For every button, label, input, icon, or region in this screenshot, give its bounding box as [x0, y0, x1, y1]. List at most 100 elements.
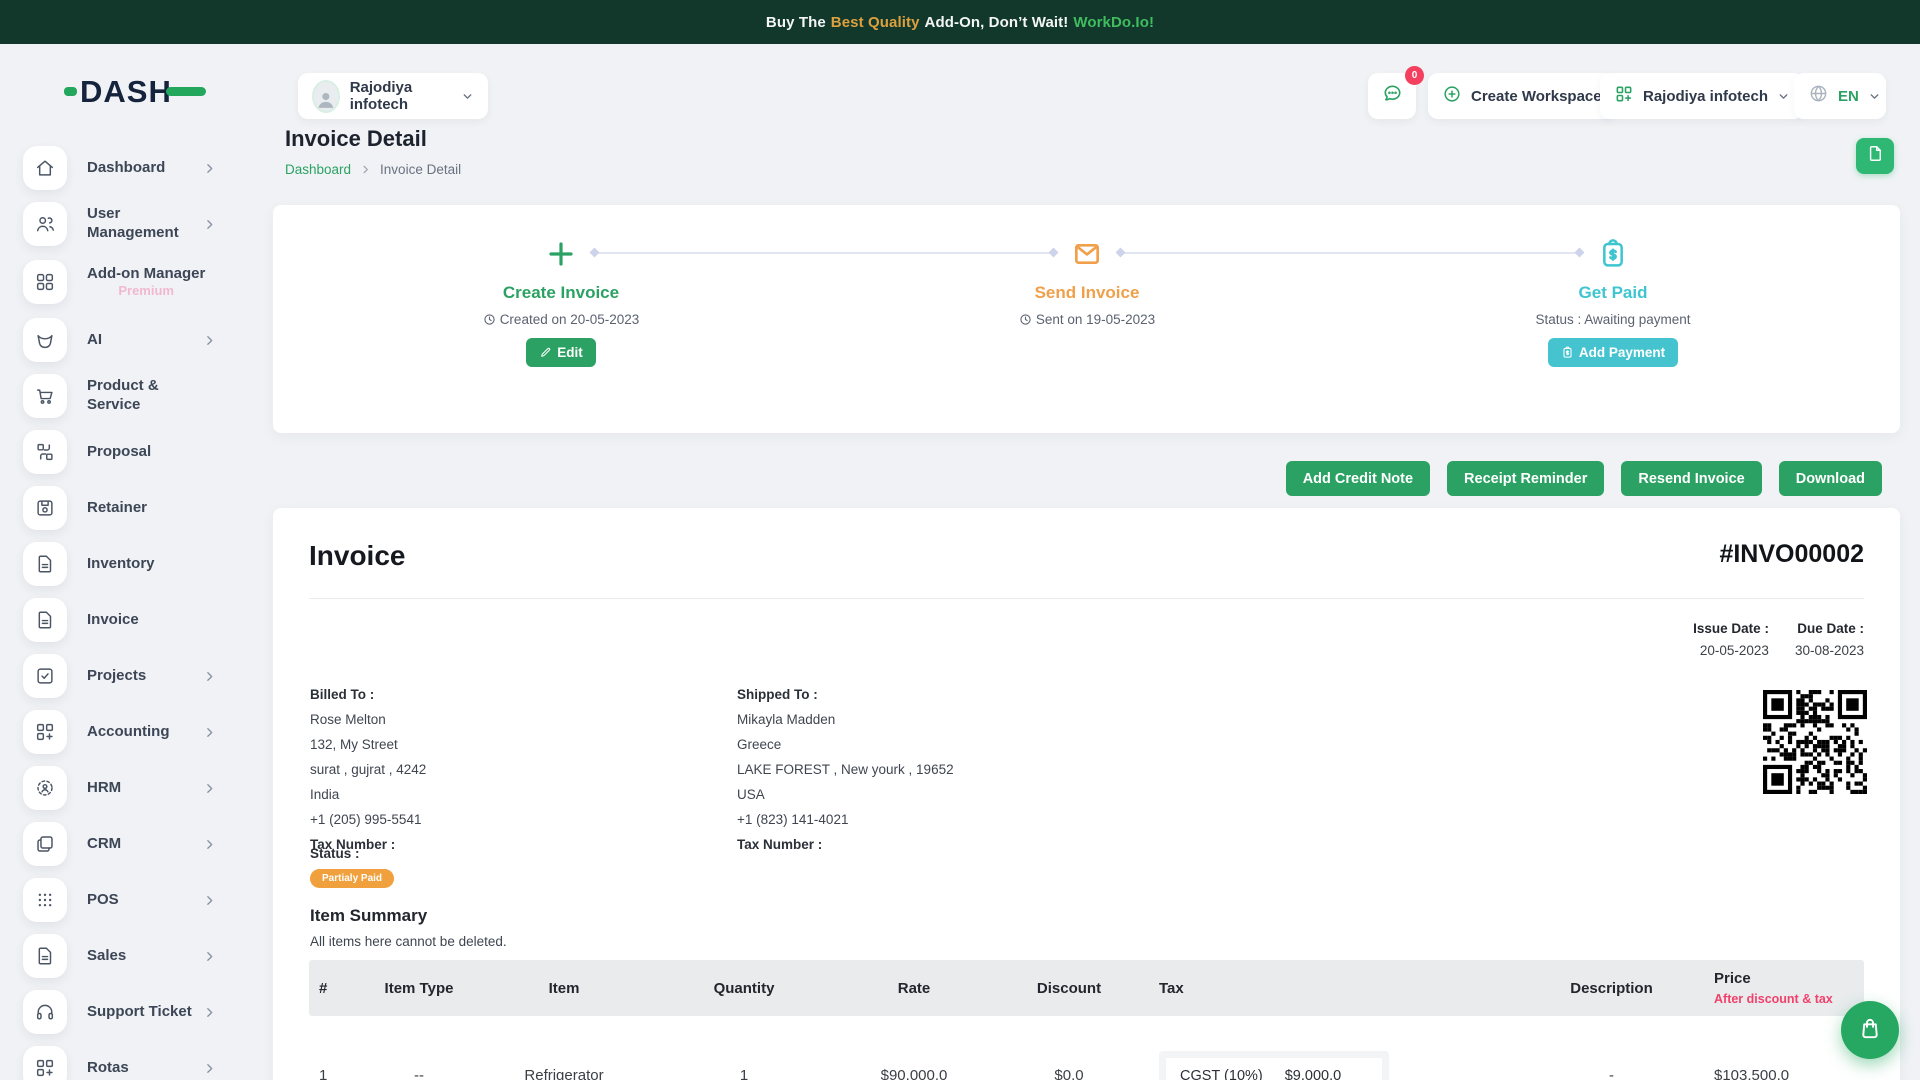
chevron-right-icon — [203, 1062, 216, 1075]
chevron-down-icon — [1868, 90, 1881, 103]
breadcrumb-dashboard-link[interactable]: Dashboard — [285, 162, 351, 177]
chevron-down-icon — [1777, 90, 1790, 103]
col-discount: Discount — [989, 972, 1149, 1005]
chevron-right-icon — [203, 334, 216, 347]
shopping-bag-icon — [1857, 1015, 1883, 1046]
col-quantity: Quantity — [649, 972, 839, 1005]
col-price: Price After discount & tax — [1704, 962, 1864, 1014]
workspace-menu-label: Rajodiya infotech — [1643, 88, 1768, 105]
sidebar-item-sales[interactable]: Sales — [0, 928, 230, 984]
col-num: # — [309, 972, 359, 1005]
sidebar-item-proposal[interactable]: Proposal — [0, 424, 230, 480]
status-block: Status : Partialy Paid — [310, 846, 394, 888]
inventory-icon — [23, 542, 67, 586]
hrm-icon — [23, 766, 67, 810]
row-price: $103,500.0 — [1704, 1059, 1864, 1080]
step-title: Send Invoice — [927, 283, 1247, 303]
workspace-selector[interactable]: Rajodiya infotech — [298, 73, 488, 119]
sales-icon — [23, 934, 67, 978]
billed-to-country: India — [310, 786, 730, 804]
export-document-button[interactable] — [1856, 138, 1894, 174]
invoice-detail-card: Invoice #INVO00002 Issue Date : 20-05-20… — [273, 508, 1900, 1080]
sidebar-item-dashboard[interactable]: Dashboard — [0, 140, 230, 196]
sidebar-item-add-on-manager[interactable]: Add-on ManagerPremium — [0, 252, 230, 312]
premium-tag: Premium — [87, 283, 205, 299]
edit-invoice-button[interactable]: Edit — [526, 338, 596, 367]
invoice-number: #INVO00002 — [1719, 540, 1864, 569]
retainer-icon — [23, 486, 67, 530]
sidebar-item-inventory[interactable]: Inventory — [0, 536, 230, 592]
sidebar-item-label: Product & Service — [87, 377, 216, 415]
users-icon — [23, 202, 67, 246]
download-button[interactable]: Download — [1779, 461, 1882, 496]
clock-icon — [1019, 313, 1032, 326]
col-item-type: Item Type — [359, 972, 479, 1005]
sidebar-item-invoice[interactable]: Invoice — [0, 592, 230, 648]
sidebar-item-accounting[interactable]: Accounting — [0, 704, 230, 760]
divider — [309, 598, 1864, 599]
chevron-right-icon — [203, 218, 216, 231]
step-title: Get Paid — [1453, 283, 1773, 303]
sidebar-item-label: Support Ticket — [87, 1003, 192, 1022]
billed-to-name: Rose Melton — [310, 711, 730, 729]
receipt-reminder-button[interactable]: Receipt Reminder — [1447, 461, 1604, 496]
row-quantity: 1 — [649, 1059, 839, 1080]
sidebar-item-support-ticket[interactable]: Support Ticket — [0, 984, 230, 1040]
home-icon — [23, 146, 67, 190]
sidebar-item-ai[interactable]: AI — [0, 312, 230, 368]
sidebar-item-label: Rotas — [87, 1059, 129, 1078]
shipped-to-block: Shipped To : Mikayla Madden Greece LAKE … — [737, 686, 1157, 861]
sidebar-item-label: Sales — [87, 947, 126, 966]
promo-link[interactable]: WorkDo.Io! — [1073, 14, 1154, 31]
issue-date-label: Issue Date : — [1693, 621, 1769, 636]
messages-button[interactable]: 0 — [1368, 73, 1416, 119]
envelope-icon — [927, 235, 1247, 273]
breadcrumb: Dashboard Invoice Detail — [285, 162, 461, 177]
sidebar-item-rotas[interactable]: Rotas — [0, 1040, 230, 1080]
chevron-right-icon — [203, 726, 216, 739]
sidebar-item-retainer[interactable]: Retainer — [0, 480, 230, 536]
due-date-value: 30-08-2023 — [1795, 643, 1864, 658]
promo-text-middle: Add-On, Don’t Wait! — [925, 14, 1069, 31]
invoice-progress-card: Create Invoice Created on 20-05-2023 Edi… — [273, 205, 1900, 433]
sidebar-item-pos[interactable]: POS — [0, 872, 230, 928]
shipped-to-tax-label: Tax Number : — [737, 836, 1157, 854]
step-send-invoice: Send Invoice Sent on 19-05-2023 — [927, 235, 1247, 327]
chevron-right-icon — [203, 950, 216, 963]
proposal-icon — [23, 430, 67, 474]
cart-icon — [23, 374, 67, 418]
sidebar-item-label: HRM — [87, 779, 121, 798]
item-summary-note: All items here cannot be deleted. — [310, 934, 507, 949]
pencil-icon — [539, 346, 552, 359]
item-table-header: # Item Type Item Quantity Rate Discount … — [309, 960, 1864, 1016]
step-create-invoice: Create Invoice Created on 20-05-2023 Edi… — [401, 235, 721, 367]
status-badge: Partialy Paid — [310, 869, 394, 888]
sidebar-item-hrm[interactable]: HRM — [0, 760, 230, 816]
chevron-right-icon — [203, 162, 216, 175]
sidebar-item-label: Retainer — [87, 499, 147, 518]
workspace-menu[interactable]: Rajodiya infotech — [1600, 73, 1804, 119]
add-payment-button[interactable]: Add Payment — [1548, 338, 1678, 367]
create-workspace-label: Create Workspace — [1471, 88, 1602, 105]
sidebar-item-user-management[interactable]: User Management — [0, 196, 230, 252]
clock-icon — [483, 313, 496, 326]
sidebar-item-label: Inventory — [87, 555, 155, 574]
chevron-right-icon — [203, 670, 216, 683]
sidebar-item-projects[interactable]: Projects — [0, 648, 230, 704]
sidebar-item-label: Add-on ManagerPremium — [87, 265, 205, 300]
sidebar-item-label: POS — [87, 891, 119, 910]
floating-cart-button[interactable] — [1841, 1001, 1899, 1059]
billed-to-label: Billed To : — [310, 686, 730, 704]
sidebar-item-product-service[interactable]: Product & Service — [0, 368, 230, 424]
resend-invoice-button[interactable]: Resend Invoice — [1621, 461, 1761, 496]
billed-to-street: 132, My Street — [310, 736, 730, 754]
workspace-selector-label: Rajodiya infotech — [350, 79, 452, 113]
sidebar-item-crm[interactable]: CRM — [0, 816, 230, 872]
addon-icon — [23, 260, 67, 304]
avatar — [312, 80, 340, 113]
grid-plus-icon — [1614, 84, 1634, 109]
language-selector[interactable]: EN — [1794, 73, 1886, 119]
item-table: # Item Type Item Quantity Rate Discount … — [309, 960, 1864, 1080]
add-credit-note-button[interactable]: Add Credit Note — [1286, 461, 1430, 496]
create-workspace-button[interactable]: Create Workspace — [1428, 73, 1616, 119]
